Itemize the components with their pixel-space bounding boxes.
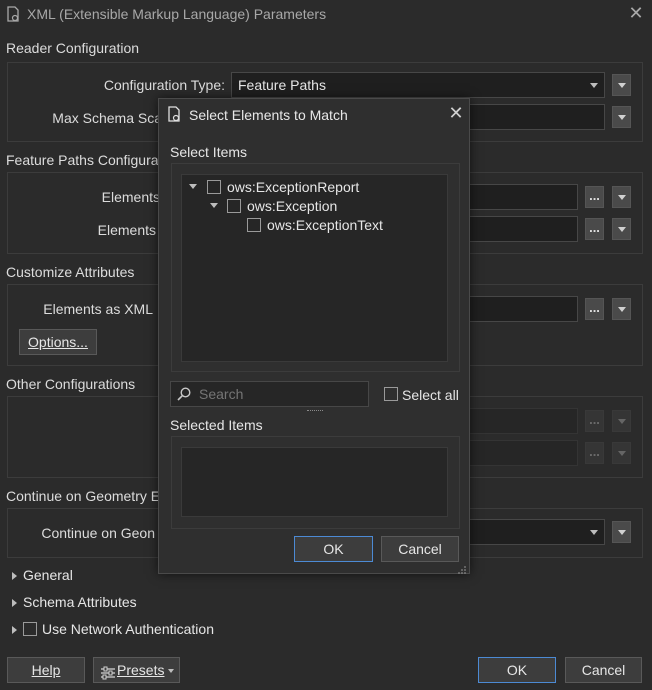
elements-browse-button-2[interactable]: ... <box>585 218 604 240</box>
close-icon[interactable]: ✕ <box>626 3 646 23</box>
ok-button[interactable]: OK <box>478 657 556 683</box>
other-config-browse-button-1[interactable]: ... <box>585 410 604 432</box>
dialog-title: Select Elements to Match <box>189 107 348 123</box>
max-schema-label: Max Schema Sca <box>52 110 162 126</box>
tree-item[interactable]: ows:ExceptionText <box>182 215 447 235</box>
resize-grip-icon[interactable] <box>457 562 467 574</box>
tree-item-checkbox[interactable] <box>207 180 221 194</box>
document-icon <box>168 106 180 122</box>
tree-item[interactable]: ows:Exception <box>182 196 447 216</box>
elements-input-2[interactable] <box>466 216 578 242</box>
schema-attributes-label: Schema Attributes <box>23 594 137 610</box>
tree-item-label: ows:Exception <box>247 198 338 214</box>
configuration-type-value: Feature Paths <box>238 77 326 93</box>
chevron-down-icon <box>590 83 598 88</box>
section-continue-geometry: Continue on Geometry E <box>6 488 161 504</box>
select-all-label: Select all <box>402 387 459 403</box>
chevron-right-icon <box>12 626 17 634</box>
dialog-ok-button[interactable]: OK <box>294 536 373 562</box>
cancel-button[interactable]: Cancel <box>565 657 642 683</box>
chevron-down-icon <box>618 451 626 456</box>
select-items-label: Select Items <box>170 144 248 160</box>
other-config-input-2[interactable] <box>466 440 578 466</box>
max-schema-menu-button[interactable] <box>612 106 631 128</box>
section-other-configurations: Other Configurations <box>6 376 136 392</box>
elements-tree[interactable]: ows:ExceptionReport ows:Exception ows:Ex… <box>181 174 448 362</box>
network-auth-expander[interactable]: Use Network Authentication <box>6 621 246 639</box>
elements-input-1[interactable] <box>466 184 578 210</box>
section-reader-configuration: Reader Configuration <box>6 40 140 56</box>
elements-as-xml-input[interactable] <box>466 296 578 322</box>
chevron-down-icon <box>618 195 626 200</box>
configuration-type-label: Configuration Type: <box>103 77 225 93</box>
chevron-down-icon <box>168 669 174 673</box>
elements-as-xml-label: Elements as XML <box>43 301 153 317</box>
configuration-type-select[interactable]: Feature Paths <box>231 72 605 98</box>
configuration-type-menu-button[interactable] <box>612 74 631 96</box>
elements-as-xml-menu-button[interactable] <box>612 298 631 320</box>
network-auth-label: Use Network Authentication <box>42 621 214 637</box>
chevron-down-icon <box>618 227 626 232</box>
elements-browse-button-1[interactable]: ... <box>585 186 604 208</box>
dialog-cancel-button[interactable]: Cancel <box>381 536 459 562</box>
section-customize-attributes: Customize Attributes <box>6 264 135 280</box>
other-config-input-1[interactable] <box>466 408 578 434</box>
tree-item-checkbox[interactable] <box>247 218 261 232</box>
other-config-menu-button-1[interactable] <box>612 410 631 432</box>
search-field[interactable] <box>170 381 369 407</box>
other-config-browse-button-2[interactable]: ... <box>585 442 604 464</box>
presets-label: Presets <box>117 662 165 678</box>
tree-item-checkbox[interactable] <box>227 199 241 213</box>
chevron-down-icon <box>590 530 598 535</box>
help-button[interactable]: Help <box>7 657 85 683</box>
search-icon <box>177 387 191 401</box>
chevron-right-icon <box>12 599 17 607</box>
select-all-checkbox[interactable] <box>384 387 398 401</box>
elements-label-2: Elements <box>97 222 156 238</box>
document-icon <box>7 6 19 22</box>
sliders-icon <box>100 663 116 687</box>
window-title: XML (Extensible Markup Language) Paramet… <box>27 6 327 22</box>
continue-geometry-menu-button[interactable] <box>612 521 631 543</box>
elements-menu-button-1[interactable] <box>612 186 631 208</box>
chevron-down-icon <box>618 83 626 88</box>
general-label: General <box>23 567 73 583</box>
chevron-down-icon <box>618 115 626 120</box>
schema-attributes-expander[interactable]: Schema Attributes <box>6 594 206 612</box>
presets-button[interactable]: Presets <box>93 657 180 683</box>
window-titlebar: XML (Extensible Markup Language) Paramet… <box>0 0 652 30</box>
elements-as-xml-browse-button[interactable]: ... <box>585 298 604 320</box>
continue-geometry-select[interactable] <box>466 519 605 545</box>
chevron-down-icon[interactable] <box>210 203 218 208</box>
elements-label-1: Elements <box>101 189 160 205</box>
chevron-down-icon[interactable] <box>189 184 197 189</box>
max-schema-input[interactable] <box>466 104 605 130</box>
elements-menu-button-2[interactable] <box>612 218 631 240</box>
chevron-down-icon <box>618 307 626 312</box>
search-input[interactable] <box>197 384 365 404</box>
network-auth-checkbox[interactable] <box>23 622 37 636</box>
close-icon[interactable]: ✕ <box>446 103 466 123</box>
section-feature-paths: Feature Paths Configurat <box>6 152 163 168</box>
splitter-handle[interactable] <box>307 410 323 412</box>
other-config-menu-button-2[interactable] <box>612 442 631 464</box>
continue-geometry-label: Continue on Geon <box>41 525 155 541</box>
tree-item[interactable]: ows:ExceptionReport <box>182 177 447 197</box>
options-button[interactable]: Options... <box>19 329 97 355</box>
selected-items-label: Selected Items <box>170 417 263 433</box>
select-elements-dialog: Select Elements to Match ✕ Select Items … <box>158 98 470 574</box>
chevron-down-icon <box>618 419 626 424</box>
chevron-down-icon <box>618 530 626 535</box>
tree-item-label: ows:ExceptionText <box>267 217 383 233</box>
tree-item-label: ows:ExceptionReport <box>227 179 360 195</box>
selected-items-list[interactable] <box>181 447 448 517</box>
chevron-right-icon <box>12 572 17 580</box>
